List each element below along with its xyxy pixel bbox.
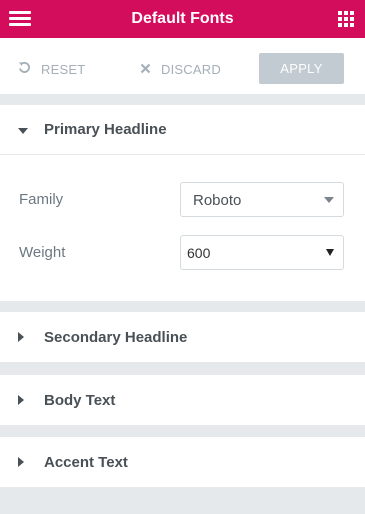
weight-value: 600 [187,245,211,261]
primary-headline-panel: Primary Headline Family Roboto Weight 60… [0,105,365,301]
discard-label: DISCARD [161,61,221,77]
family-select[interactable]: Roboto [180,182,344,217]
family-label: Family [19,191,64,208]
section-header-primary[interactable]: Primary Headline [0,105,365,155]
undo-icon [18,61,31,77]
section-title: Secondary Headline [44,328,188,346]
action-toolbar: RESET DISCARD APPLY [0,38,365,95]
reset-label: RESET [41,61,86,77]
section-header-secondary[interactable]: Secondary Headline [0,312,365,362]
reset-button[interactable]: RESET [18,54,85,84]
section-header-accent[interactable]: Accent Text [0,437,365,487]
weight-label: Weight [19,244,66,261]
weight-select[interactable]: 600 [180,235,344,270]
secondary-headline-panel: Secondary Headline [0,312,365,362]
close-icon [140,62,151,77]
body-text-panel: Body Text [0,375,365,425]
accent-text-panel: Accent Text [0,437,365,487]
header-bar: Default Fonts [0,0,365,38]
apply-button[interactable]: APPLY [259,53,344,84]
discard-button[interactable]: DISCARD [140,54,221,84]
caret-right-icon [18,329,28,346]
caret-right-icon [18,392,28,409]
family-control: Family Roboto [0,182,365,218]
page-title: Default Fonts [131,10,234,27]
chevron-down-icon [324,183,334,218]
section-header-body[interactable]: Body Text [0,375,365,425]
section-title: Body Text [44,391,116,409]
family-value: Roboto [193,192,242,209]
weight-control: Weight 600 [0,235,365,271]
caret-down-icon [18,121,28,138]
grid-icon[interactable] [338,11,354,27]
section-title: Primary Headline [44,121,167,138]
section-title: Accent Text [44,453,128,471]
caret-right-icon [18,454,28,471]
chevron-down-icon [326,236,334,271]
